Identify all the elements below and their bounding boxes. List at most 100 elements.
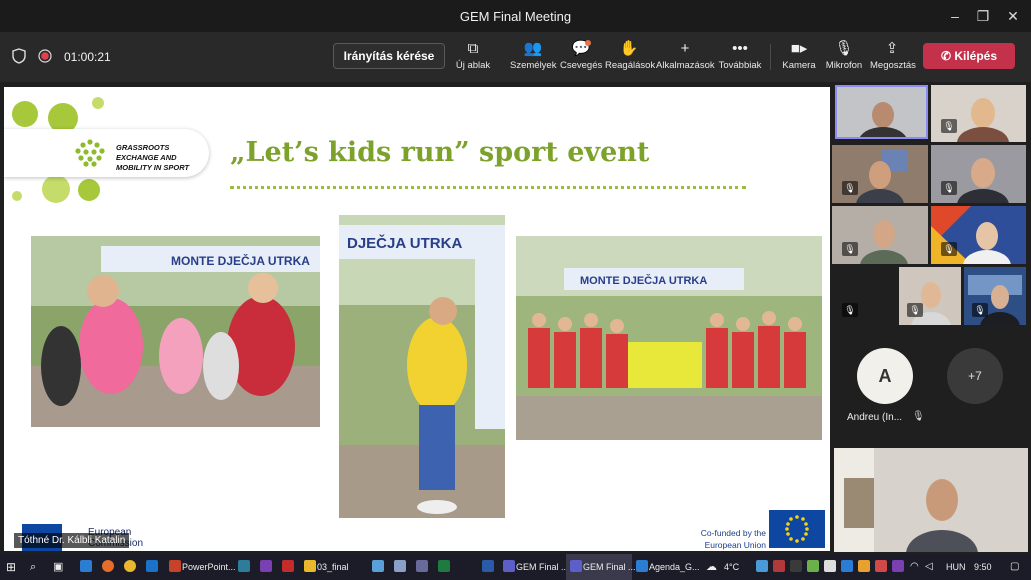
taskbar-item-gem-1[interactable]: GEM Final ... [516, 557, 569, 577]
start-icon[interactable]: ⊞ [6, 557, 16, 577]
video-tile[interactable]: 🎙 [931, 145, 1026, 203]
mic-off-icon: 🎙 [842, 242, 858, 256]
apps-label: Alkalmazások [656, 60, 715, 71]
project-logo-text: GRASSROOTS EXCHANGE AND MOBILITY IN SPOR… [116, 143, 190, 172]
close-button[interactable]: ✕ [1000, 6, 1026, 26]
firefox-icon[interactable] [102, 560, 114, 572]
app-icon[interactable] [394, 560, 406, 572]
photo-banner-text: MONTE DJEČJA UTRKA [171, 253, 310, 268]
task-view-icon[interactable]: ▣ [53, 557, 63, 577]
weather-temp[interactable]: 4°C [724, 557, 739, 577]
mic-label: Mikrofon [825, 60, 863, 71]
reactions-button[interactable]: ✋ Reagálások [605, 38, 656, 78]
leave-label: Kilépés [954, 49, 998, 63]
chat-notification-dot [585, 40, 591, 46]
tray-icon[interactable] [807, 560, 819, 572]
slide-title: „Let’s kids run” sport event [230, 137, 650, 168]
new-window-button[interactable]: ⧉ Új ablak [452, 38, 494, 78]
windows-taskbar: ⊞ ⌕ ▣ PowerPoint... 03_final GEM Final .… [0, 554, 1031, 580]
teams-icon [503, 560, 515, 572]
tray-icon[interactable] [858, 560, 870, 572]
powerpoint-icon [169, 560, 181, 572]
decor-dot [12, 191, 22, 201]
tray-icon[interactable] [875, 560, 887, 572]
tray-icon[interactable] [773, 560, 785, 572]
reactions-label: Reagálások [605, 60, 656, 71]
mic-off-icon: 🎙 [842, 181, 858, 195]
share-label: Megosztás [870, 60, 916, 71]
more-button[interactable]: ••• Továbbiak [718, 38, 762, 78]
decor-dot [42, 175, 70, 203]
notification-icon[interactable]: ▢ [1010, 557, 1019, 577]
video-tile[interactable]: 🎙 [899, 267, 961, 325]
photo-banner-text: DJEČJA UTRKA [347, 234, 462, 252]
apps-button[interactable]: + Alkalmazások [656, 38, 715, 78]
event-photo-2: DJEČJA UTRKA [339, 215, 505, 518]
video-tile[interactable]: 🎙 [832, 206, 928, 264]
chat-button[interactable]: 💬 Csevegés [560, 38, 602, 78]
edge-icon[interactable] [80, 560, 92, 572]
video-tile-active-speaker[interactable] [835, 85, 928, 139]
event-photo-3: MONTE DJEČJA UTRKA [516, 236, 822, 440]
onenote-icon[interactable] [260, 560, 272, 572]
leave-button[interactable]: ✆ Kilépés [923, 43, 1015, 69]
chrome-icon[interactable] [124, 560, 136, 572]
shared-slide: GRASSROOTS EXCHANGE AND MOBILITY IN SPOR… [4, 87, 830, 551]
tray-icon[interactable] [892, 560, 904, 572]
excel-icon[interactable] [438, 560, 450, 572]
participant-avatar[interactable]: A [857, 348, 913, 404]
volume-icon[interactable]: ◁ [925, 557, 933, 577]
access-icon[interactable] [282, 560, 294, 572]
new-window-label: Új ablak [455, 60, 491, 71]
video-tile[interactable]: 🎙 [931, 206, 1026, 264]
maximize-button[interactable]: ❐ [970, 6, 996, 26]
shield-icon [12, 48, 26, 64]
meeting-toolbar: 01:00:21 Irányítás kérése ⧉ Új ablak 👥 S… [0, 32, 1031, 82]
request-control-button[interactable]: Irányítás kérése [333, 43, 445, 69]
share-button[interactable]: ⇪ Megosztás [870, 38, 916, 78]
taskbar-item-gem-2[interactable]: GEM Final ... [583, 557, 636, 577]
tray-icon[interactable] [790, 560, 802, 572]
mic-off-icon: 🎙 [972, 303, 988, 317]
video-tile[interactable]: 🎙 [964, 267, 1026, 325]
plus-icon: + [680, 40, 690, 57]
camera-icon: ■▸ [790, 40, 808, 57]
title-bar: GEM Final Meeting – ❐ ✕ [0, 0, 1031, 32]
app-icon[interactable] [372, 560, 384, 572]
outlook-icon[interactable] [146, 560, 158, 572]
folder-icon [304, 560, 316, 572]
decor-dot [12, 101, 38, 127]
video-tile[interactable]: 🎙 [832, 267, 896, 325]
minimize-button[interactable]: – [942, 6, 968, 26]
clock[interactable]: 9:50 [974, 557, 992, 577]
mic-off-icon: 🎙 [834, 40, 854, 57]
mic-button[interactable]: 🎙 Mikrofon [824, 38, 864, 78]
wifi-icon[interactable]: ◠ [910, 557, 919, 577]
mic-off-icon: 🎙 [907, 303, 923, 317]
mic-off-icon: 🎙 [941, 119, 957, 133]
taskbar-item-final[interactable]: 03_final [317, 557, 349, 577]
decor-dot [78, 179, 100, 201]
video-tile[interactable]: 🎙 [931, 85, 1026, 142]
decor-dot [92, 97, 104, 109]
video-gallery: 🎙 🎙 🎙 🎙 🎙 🎙 🎙 🎙 A Andreu (In... 🎙 +7 [830, 82, 1031, 552]
app-icon[interactable] [238, 560, 250, 572]
app-icon[interactable] [416, 560, 428, 572]
tray-icon[interactable] [756, 560, 768, 572]
tray-icon[interactable] [841, 560, 853, 572]
tray-icon[interactable] [824, 560, 836, 572]
word-icon[interactable] [482, 560, 494, 572]
more-participants-button[interactable]: +7 [947, 348, 1003, 404]
eu-flag [769, 510, 825, 548]
search-icon[interactable]: ⌕ [30, 557, 36, 577]
edge-icon [636, 560, 648, 572]
video-tile[interactable]: 🎙 [832, 145, 928, 203]
camera-button[interactable]: ■▸ Kamera [780, 38, 818, 78]
self-video-tile[interactable] [834, 448, 1028, 552]
taskbar-item-agenda[interactable]: Agenda_G... [649, 557, 700, 577]
title-dotted-underline [230, 186, 746, 189]
taskbar-item-powerpoint[interactable]: PowerPoint... [182, 557, 236, 577]
people-button[interactable]: 👥 Személyek [510, 38, 556, 78]
project-logo-icon [75, 139, 105, 167]
language-indicator[interactable]: HUN [946, 557, 966, 577]
